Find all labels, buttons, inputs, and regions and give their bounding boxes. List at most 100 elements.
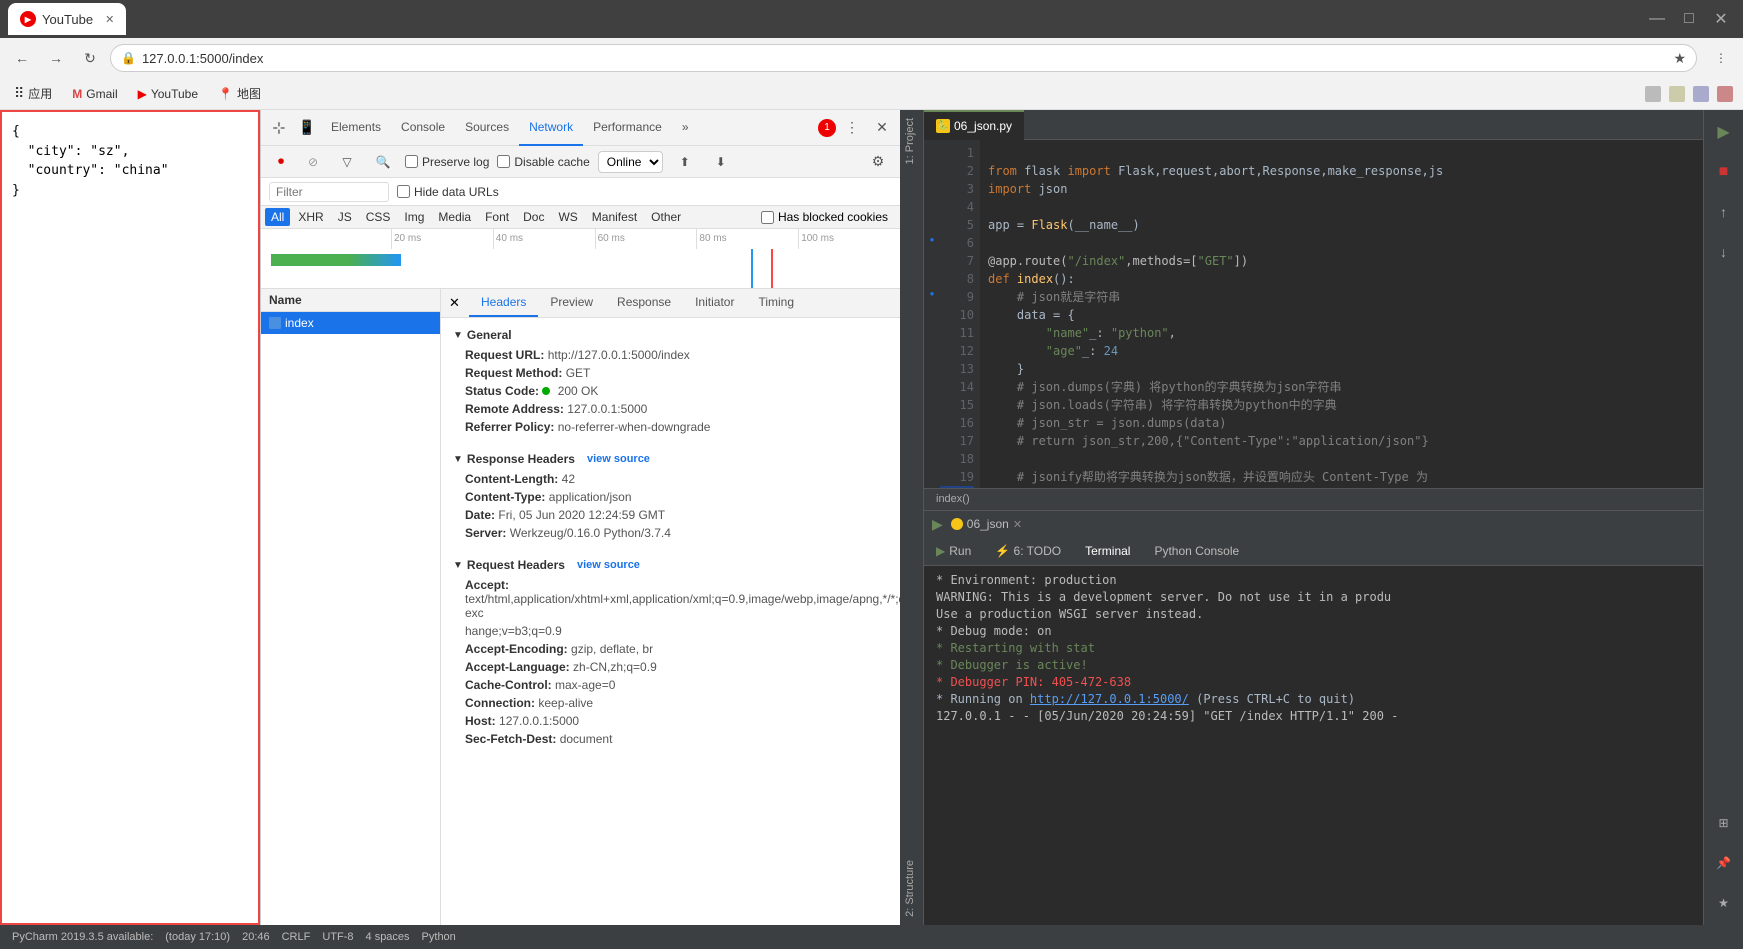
request-headers-title[interactable]: Request Headers view source: [441, 554, 900, 576]
tab-console[interactable]: Console: [391, 110, 455, 146]
forward-btn[interactable]: →: [42, 44, 70, 72]
type-media[interactable]: Media: [432, 208, 477, 226]
python-file-icon: 🐍: [936, 119, 950, 133]
tab-sources[interactable]: Sources: [455, 110, 519, 146]
request-headers-view-source[interactable]: view source: [577, 559, 640, 571]
preserve-log-label[interactable]: Preserve log: [405, 155, 489, 169]
extensions-btn[interactable]: ⋮: [1707, 44, 1735, 72]
timeline-blue-line: [751, 249, 753, 289]
type-xhr[interactable]: XHR: [292, 208, 329, 226]
filter-icon[interactable]: ▽: [333, 148, 361, 176]
line-3: [988, 200, 995, 214]
response-tab[interactable]: Response: [605, 289, 683, 317]
online-select[interactable]: Online: [598, 151, 663, 173]
run-tab-label: Run: [949, 544, 971, 558]
request-name: index: [285, 316, 314, 330]
type-js[interactable]: JS: [332, 208, 358, 226]
bottom-tab-python-console[interactable]: Python Console: [1142, 537, 1251, 565]
active-tab[interactable]: ▶ YouTube ✕: [8, 3, 126, 35]
disable-cache-label[interactable]: Disable cache: [497, 155, 589, 169]
stop-btn[interactable]: ⊘: [301, 150, 325, 174]
index-request-item[interactable]: index: [261, 312, 440, 334]
bottom-tab-run[interactable]: ▶ Run: [924, 537, 983, 565]
response-headers-title[interactable]: Response Headers view source: [441, 448, 900, 470]
scroll-down-btn[interactable]: ↓: [1706, 234, 1742, 270]
bookmark-maps[interactable]: 📍 地图: [212, 83, 267, 104]
search-icon[interactable]: 🔍: [369, 148, 397, 176]
record-btn[interactable]: ⏺: [269, 150, 293, 174]
hide-data-urls-checkbox[interactable]: [397, 185, 410, 198]
bottom-tab-terminal[interactable]: Terminal: [1073, 537, 1142, 565]
response-headers-view-source[interactable]: view source: [587, 453, 650, 465]
disable-cache-checkbox[interactable]: [497, 155, 510, 168]
group-btn[interactable]: ⊞: [1706, 805, 1742, 841]
has-blocked: Has blocked cookies: [761, 208, 896, 226]
headers-tab[interactable]: Headers: [469, 289, 538, 317]
todo-tab-label: ⚡ 6: TODO: [995, 544, 1061, 558]
host-label: Host:: [465, 714, 496, 728]
scroll-up-btn[interactable]: ↑: [1706, 194, 1742, 230]
error-badge: 1: [818, 119, 836, 137]
structure-panel-label[interactable]: 2: Structure: [900, 852, 923, 925]
minimize-btn[interactable]: —: [1643, 5, 1671, 33]
run-config-close[interactable]: ✕: [1013, 518, 1022, 531]
bookmark-gmail-label: Gmail: [86, 87, 117, 101]
hide-data-urls-label[interactable]: Hide data URLs: [397, 185, 499, 199]
content-length-value: 42: [562, 472, 575, 486]
timing-tab[interactable]: Timing: [746, 289, 806, 317]
download-icon[interactable]: ⬇: [707, 148, 735, 176]
tab-close-btn[interactable]: ✕: [105, 13, 114, 26]
bookmark-apps[interactable]: ⠿ 应用: [8, 83, 58, 104]
type-css[interactable]: CSS: [360, 208, 397, 226]
preview-tab[interactable]: Preview: [538, 289, 605, 317]
filter-input[interactable]: [269, 182, 389, 202]
tab-performance[interactable]: Performance: [583, 110, 672, 146]
ln-1: 1: [940, 144, 974, 162]
type-all[interactable]: All: [265, 208, 290, 226]
type-manifest[interactable]: Manifest: [586, 208, 643, 226]
general-title[interactable]: General: [441, 324, 900, 346]
reload-btn[interactable]: ↻: [76, 44, 104, 72]
preserve-log-checkbox[interactable]: [405, 155, 418, 168]
close-btn[interactable]: ✕: [1707, 5, 1735, 33]
tab-network[interactable]: Network: [519, 110, 583, 146]
detail-close-btn[interactable]: ✕: [449, 295, 460, 311]
devtools-more-btn[interactable]: ⋮: [838, 114, 866, 142]
server-label: Server:: [465, 526, 506, 540]
has-blocked-checkbox[interactable]: [761, 211, 774, 224]
bookmark-youtube[interactable]: ▶ YouTube: [132, 85, 204, 103]
pycharm-file-tab[interactable]: 🐍 06_json.py: [924, 110, 1024, 140]
type-img[interactable]: Img: [398, 208, 430, 226]
ln-6: 6: [940, 234, 974, 252]
timeline-ruler: 20 ms 40 ms 60 ms 80 ms 100 ms: [261, 229, 900, 249]
pin-btn[interactable]: 📌: [1706, 845, 1742, 881]
terminal-line-3: Use a production WSGI server instead.: [936, 606, 1691, 623]
devtools-device-icon[interactable]: 📱: [293, 114, 321, 142]
tick-40ms: 40 ms: [493, 229, 595, 249]
tab-more[interactable]: »: [672, 110, 699, 146]
type-doc[interactable]: Doc: [517, 208, 550, 226]
type-other[interactable]: Other: [645, 208, 687, 226]
devtools-close-btn[interactable]: ✕: [868, 114, 896, 142]
type-font[interactable]: Font: [479, 208, 515, 226]
back-btn[interactable]: ←: [8, 44, 36, 72]
settings-icon[interactable]: ⚙: [864, 148, 892, 176]
code-content[interactable]: from flask import Flask,request,abort,Re…: [980, 140, 1703, 488]
devtools-select-icon[interactable]: ⊹: [265, 114, 293, 142]
maximize-btn[interactable]: □: [1675, 5, 1703, 33]
run-action-btn[interactable]: ▶: [1706, 114, 1742, 150]
project-panel-label[interactable]: 1: Project: [900, 110, 923, 172]
ln-12: 12: [940, 342, 974, 360]
tick-80ms: 80 ms: [696, 229, 798, 249]
address-bar[interactable]: 🔒 127.0.0.1:5000/index ★: [110, 44, 1697, 72]
initiator-tab[interactable]: Initiator: [683, 289, 746, 317]
server-url-link[interactable]: http://127.0.0.1:5000/: [1030, 692, 1189, 706]
favorites-btn[interactable]: ★: [1706, 885, 1742, 921]
upload-icon[interactable]: ⬆: [671, 148, 699, 176]
stop-action-btn[interactable]: ■: [1706, 154, 1742, 190]
bookmark-gmail[interactable]: M Gmail: [66, 85, 123, 103]
bottom-tab-todo[interactable]: ⚡ 6: TODO: [983, 537, 1073, 565]
type-ws[interactable]: WS: [552, 208, 583, 226]
run-tab-icon: ▶: [936, 544, 945, 558]
tab-elements[interactable]: Elements: [321, 110, 391, 146]
